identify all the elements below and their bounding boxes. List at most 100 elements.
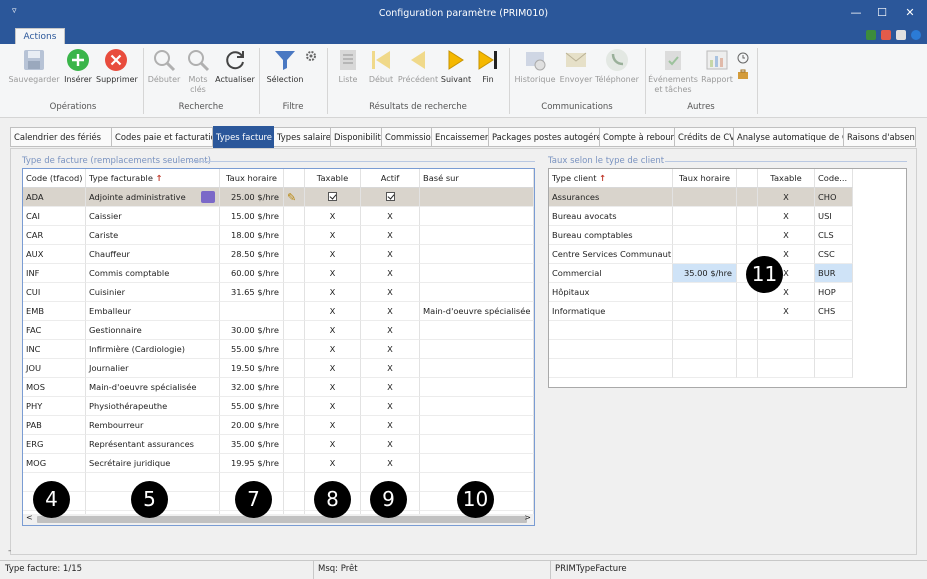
- clock-icon[interactable]: [737, 52, 749, 64]
- cell-type[interactable]: Caissier: [86, 207, 220, 226]
- cell-code[interactable]: PHY: [23, 397, 86, 416]
- supprimer-button[interactable]: Supprimer: [96, 48, 138, 85]
- cell-edit[interactable]: [284, 359, 305, 378]
- pencil-icon[interactable]: ✎: [287, 191, 296, 204]
- cell-base[interactable]: [420, 435, 534, 454]
- cell-type[interactable]: Cariste: [86, 226, 220, 245]
- tab-raisons-absence[interactable]: Raisons d'absence: [844, 127, 916, 147]
- cell-code[interactable]: INC: [23, 340, 86, 359]
- cell-taux-client[interactable]: [673, 283, 737, 302]
- cell-taux-client[interactable]: [673, 226, 737, 245]
- tab-analyse-cv[interactable]: Analyse automatique de CV: [734, 127, 844, 147]
- checkbox[interactable]: [328, 192, 337, 201]
- table-row[interactable]: JOU Journalier 19.50 $/hre X X: [23, 359, 534, 378]
- suivant-button[interactable]: Suivant: [440, 48, 472, 85]
- cell-taxable[interactable]: [305, 188, 361, 207]
- cell-type[interactable]: Gestionnaire: [86, 321, 220, 340]
- comment-icon[interactable]: [201, 191, 215, 203]
- precedent-button[interactable]: Précédent: [397, 48, 439, 85]
- cell-base[interactable]: [420, 283, 534, 302]
- cell-edit[interactable]: [284, 264, 305, 283]
- cell-type[interactable]: Secrétaire juridique: [86, 454, 220, 473]
- cell-taxable[interactable]: X: [305, 359, 361, 378]
- cell-base[interactable]: [420, 245, 534, 264]
- table-row[interactable]: INF Commis comptable 60.00 $/hre X X: [23, 264, 534, 283]
- cell-edit[interactable]: [284, 378, 305, 397]
- table-row[interactable]: FAC Gestionnaire 30.00 $/hre X X: [23, 321, 534, 340]
- cell-taux-client[interactable]: [673, 188, 737, 207]
- liste-button[interactable]: Liste: [333, 48, 363, 85]
- header-actif[interactable]: Actif: [361, 169, 420, 188]
- cell-taux-client[interactable]: 35.00 $/hre: [673, 264, 737, 283]
- cell-taxable[interactable]: X: [305, 340, 361, 359]
- table-row[interactable]: Centre Services Communaut... X CSC: [549, 245, 853, 264]
- cell-code-client[interactable]: HOP: [815, 283, 853, 302]
- cell-edit[interactable]: [737, 226, 758, 245]
- cell-taux[interactable]: 35.00 $/hre: [220, 435, 284, 454]
- cell-base[interactable]: [420, 416, 534, 435]
- cell-edit[interactable]: [284, 340, 305, 359]
- table-row[interactable]: Bureau comptables X CLS: [549, 226, 853, 245]
- cell-taux[interactable]: 15.00 $/hre: [220, 207, 284, 226]
- cell-taxable[interactable]: X: [305, 302, 361, 321]
- cell-taux[interactable]: [220, 302, 284, 321]
- cell-taxable[interactable]: X: [305, 207, 361, 226]
- cell-taux[interactable]: 18.00 $/hre: [220, 226, 284, 245]
- table-row[interactable]: Assurances X CHO: [549, 188, 853, 207]
- briefcase-icon[interactable]: [737, 68, 749, 80]
- evenements-taches-button[interactable]: Événements et tâches: [648, 48, 698, 95]
- cell-edit[interactable]: [737, 207, 758, 226]
- cell-actif[interactable]: X: [361, 378, 420, 397]
- cell-type-client[interactable]: Commercial: [549, 264, 673, 283]
- cell-type-client[interactable]: Informatique: [549, 302, 673, 321]
- mots-cles-button[interactable]: Mots clés: [184, 48, 212, 95]
- cell-base[interactable]: [420, 397, 534, 416]
- header-type[interactable]: Type facturable ↑: [86, 169, 220, 188]
- cell-type[interactable]: Infirmière (Cardiologie): [86, 340, 220, 359]
- table-row[interactable]: ERG Représentant assurances 35.00 $/hre X X: [23, 435, 534, 454]
- cell-taux[interactable]: 32.00 $/hre: [220, 378, 284, 397]
- cell-actif[interactable]: X: [361, 226, 420, 245]
- cell-taxable[interactable]: X: [305, 283, 361, 302]
- cell-code-client[interactable]: CSC: [815, 245, 853, 264]
- cell-base[interactable]: [420, 340, 534, 359]
- cell-actif[interactable]: X: [361, 321, 420, 340]
- cell-code-client[interactable]: CHS: [815, 302, 853, 321]
- debut-button[interactable]: Début: [366, 48, 396, 85]
- cell-taxable-client[interactable]: X: [758, 207, 815, 226]
- cell-code[interactable]: PAB: [23, 416, 86, 435]
- tab-calendrier-feries[interactable]: Calendrier des fériés: [10, 127, 112, 147]
- cell-taxable[interactable]: X: [305, 454, 361, 473]
- cell-taux-client[interactable]: [673, 207, 737, 226]
- fin-button[interactable]: Fin: [474, 48, 502, 85]
- cell-type[interactable]: Cuisinier: [86, 283, 220, 302]
- cell-code[interactable]: MOS: [23, 378, 86, 397]
- left-grid[interactable]: Code (tfacod) Type facturable ↑ Taux hor…: [22, 168, 535, 526]
- telephoner-button[interactable]: Téléphoner: [594, 48, 640, 85]
- cell-type-client[interactable]: Bureau avocats: [549, 207, 673, 226]
- table-row[interactable]: MOS Main-d'oeuvre spécialisée 32.00 $/hre X…: [23, 378, 534, 397]
- ribbon-tab-actions[interactable]: Actions: [15, 28, 65, 45]
- cell-code-client[interactable]: CLS: [815, 226, 853, 245]
- cell-actif[interactable]: X: [361, 340, 420, 359]
- cell-taux[interactable]: 19.50 $/hre: [220, 359, 284, 378]
- cell-code[interactable]: ERG: [23, 435, 86, 454]
- settings-gear-icon[interactable]: [305, 50, 317, 62]
- tab-compte-rebours[interactable]: Compte à rebours: [600, 127, 675, 147]
- selection-button[interactable]: Sélection: [264, 48, 306, 85]
- tab-codes-paie[interactable]: Codes paie et facturation: [112, 127, 213, 147]
- cell-actif[interactable]: X: [361, 283, 420, 302]
- cell-code-client[interactable]: BUR: [815, 264, 853, 283]
- cell-taxable-client[interactable]: X: [758, 188, 815, 207]
- table-row[interactable]: Commercial 35.00 $/hre X BUR: [549, 264, 853, 283]
- cell-type[interactable]: Physiothérapeuthe: [86, 397, 220, 416]
- tab-types-salaire[interactable]: Types salaire: [274, 127, 331, 147]
- cell-actif[interactable]: X: [361, 454, 420, 473]
- cell-code[interactable]: MOG: [23, 454, 86, 473]
- table-row[interactable]: MOG Secrétaire juridique 19.95 $/hre X X: [23, 454, 534, 473]
- inserer-button[interactable]: Insérer: [63, 48, 93, 85]
- cell-code[interactable]: JOU: [23, 359, 86, 378]
- cell-taxable[interactable]: X: [305, 378, 361, 397]
- cell-base[interactable]: [420, 226, 534, 245]
- cell-actif[interactable]: X: [361, 264, 420, 283]
